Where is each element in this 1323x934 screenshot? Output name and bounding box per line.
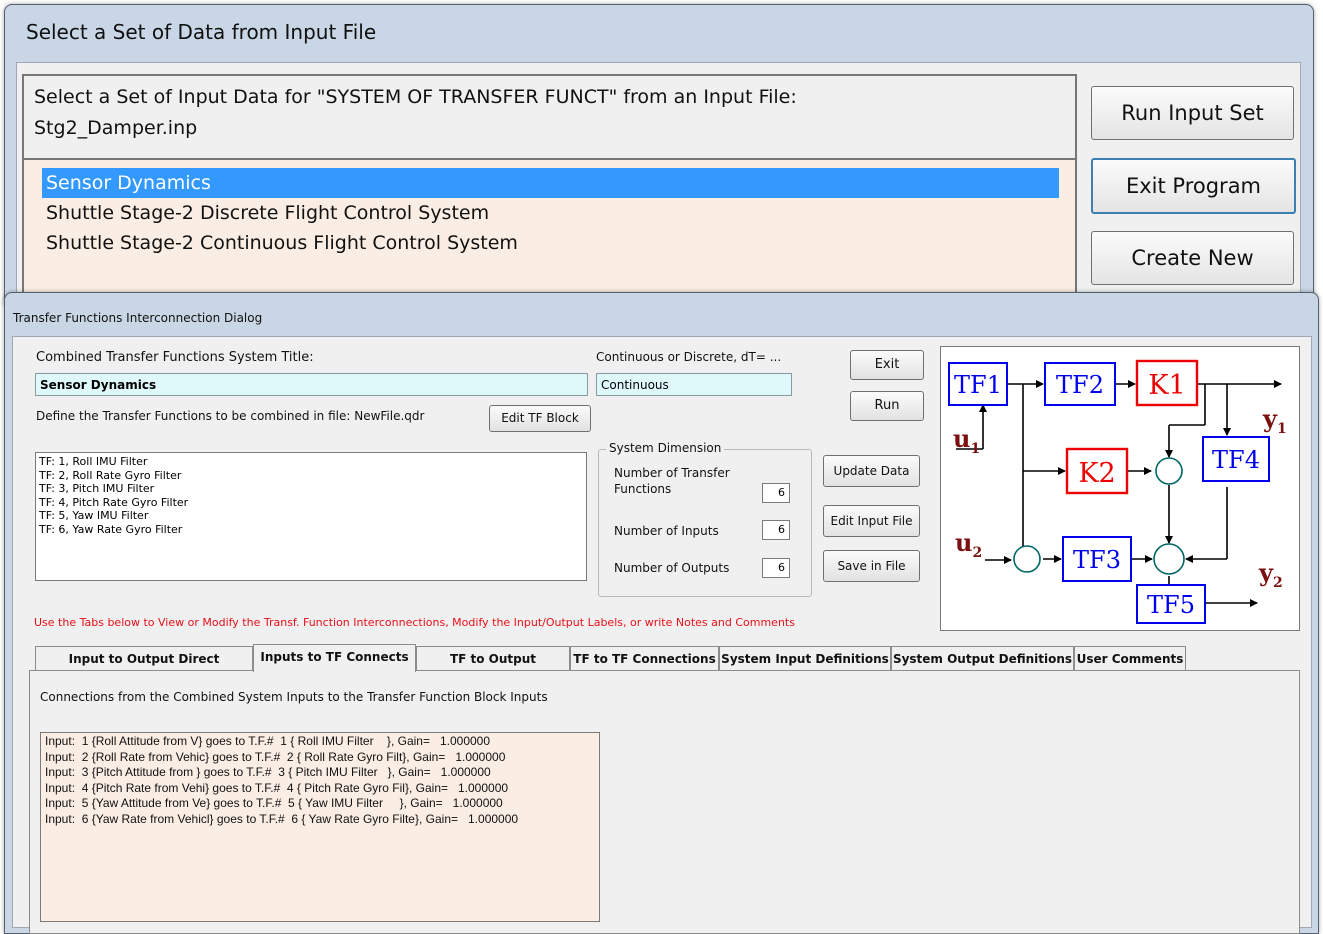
tf4-block: TF4	[1202, 436, 1270, 482]
tf3-block: TF3	[1062, 536, 1132, 582]
num-inputs-label: Number of Inputs	[614, 524, 719, 538]
block-diagram: TF1 TF2 K1 K2 TF4 TF3 TF5 u1 u2 y1 y2	[940, 346, 1300, 631]
mode-label: Continuous or Discrete, dT= ...	[596, 350, 782, 364]
svg-text:TF2: TF2	[1056, 371, 1104, 399]
system-title-label: Combined Transfer Functions System Title…	[36, 350, 314, 365]
tf1-block: TF1	[948, 362, 1008, 406]
input-set-list[interactable]: Sensor Dynamics Shuttle Stage-2 Discrete…	[22, 160, 1077, 302]
create-new-button[interactable]: Create New	[1091, 231, 1294, 285]
tab-input-to-output[interactable]: Input to Output Direct Connects	[35, 646, 253, 690]
list-item[interactable]: TF: 3, Pitch IMU Filter	[39, 482, 583, 496]
num-tf-label: Number of Transfer Functions	[614, 466, 730, 496]
list-item[interactable]: TF: 4, Pitch Rate Gyro Filter	[39, 496, 583, 510]
tab-inputs-to-tf[interactable]: Inputs to TF Connects	[253, 644, 416, 672]
svg-text:TF1: TF1	[954, 371, 1002, 399]
list-item[interactable]: Input: 1 {Roll Attitude from V} goes to …	[45, 734, 595, 750]
list-item[interactable]: TF: 6, Yaw Rate Gyro Filter	[39, 523, 583, 537]
list-item[interactable]: Input: 3 {Pitch Attitude from } goes to …	[45, 765, 595, 781]
num-outputs-field[interactable]: 6	[762, 558, 790, 578]
num-outputs-label: Number of Outputs	[614, 561, 730, 575]
list-item[interactable]: Sensor Dynamics	[42, 168, 1059, 198]
exit-program-button[interactable]: Exit Program	[1091, 158, 1296, 214]
define-tf-label: Define the Transfer Functions to be comb…	[36, 409, 425, 423]
num-inputs-field[interactable]: 6	[762, 520, 790, 540]
summing-node	[1153, 543, 1185, 575]
tab-system-input-definitions[interactable]: System Input Definitions	[719, 646, 891, 670]
update-data-button[interactable]: Update Data	[823, 455, 920, 487]
panel-heading: Connections from the Combined System Inp…	[40, 690, 548, 704]
list-item[interactable]: Shuttle Stage-2 Continuous Flight Contro…	[42, 228, 1059, 258]
input-u2-label: u2	[955, 528, 982, 561]
tab-user-comments[interactable]: User Comments	[1074, 646, 1186, 670]
svg-text:K1: K1	[1148, 370, 1185, 401]
tf5-block: TF5	[1136, 584, 1206, 624]
input-file-prompt: Select a Set of Input Data for "SYSTEM O…	[22, 74, 1077, 160]
prompt-text: Select a Set of Input Data for "SYSTEM O…	[34, 86, 797, 108]
output-y2-label: y2	[1258, 558, 1283, 591]
svg-text:K2: K2	[1078, 458, 1115, 489]
num-tf-field[interactable]: 6	[762, 483, 790, 503]
summing-node	[1013, 545, 1041, 573]
run-button[interactable]: Run	[850, 391, 924, 421]
list-item[interactable]: Input: 2 {Roll Rate from Vehic} goes to …	[45, 750, 595, 766]
input-u1-label: u1	[953, 424, 980, 457]
list-item[interactable]: Shuttle Stage-2 Discrete Flight Control …	[42, 198, 1059, 228]
list-item[interactable]: Input: 4 {Pitch Rate from Vehi} goes to …	[45, 781, 595, 797]
mode-field[interactable]: Continuous	[596, 373, 792, 396]
block-diagram-svg: TF1 TF2 K1 K2 TF4 TF3 TF5 u1 u2 y1 y2	[948, 359, 1287, 624]
bottom-dialog-title: Transfer Functions Interconnection Dialo…	[13, 311, 263, 325]
list-item[interactable]: Input: 5 {Yaw Attitude from Ve} goes to …	[45, 796, 595, 812]
tab-system-output-definitions[interactable]: System Output Definitions	[891, 646, 1074, 670]
summing-node	[1155, 457, 1183, 485]
save-in-file-button[interactable]: Save in File	[823, 550, 920, 582]
top-dialog-title: Select a Set of Data from Input File	[26, 20, 377, 44]
tab-tf-to-output[interactable]: TF to Output Connects	[416, 646, 570, 690]
k2-block: K2	[1065, 447, 1129, 495]
system-title-field[interactable]: Sensor Dynamics	[35, 373, 588, 396]
svg-text:TF3: TF3	[1073, 546, 1121, 574]
list-item[interactable]: TF: 5, Yaw IMU Filter	[39, 509, 583, 523]
system-dimension-label: System Dimension	[606, 441, 725, 455]
edit-input-file-button[interactable]: Edit Input File	[823, 505, 920, 537]
svg-text:TF4: TF4	[1212, 446, 1260, 474]
output-y1-label: y1	[1262, 404, 1287, 437]
tf2-block: TF2	[1044, 362, 1116, 406]
input-file-name: Stg2_Damper.inp	[34, 117, 198, 139]
tf-list[interactable]: TF: 1, Roll IMU Filter TF: 2, Roll Rate …	[35, 452, 587, 581]
tab-tf-to-tf[interactable]: TF to TF Connections	[570, 646, 719, 670]
exit-button[interactable]: Exit	[850, 350, 924, 380]
list-item[interactable]: Input: 6 {Yaw Rate from Vehicl} goes to …	[45, 812, 595, 828]
svg-text:TF5: TF5	[1147, 591, 1195, 619]
list-item[interactable]: TF: 1, Roll IMU Filter	[39, 455, 583, 469]
input-connections-list[interactable]: Input: 1 {Roll Attitude from V} goes to …	[40, 732, 600, 922]
list-item[interactable]: TF: 2, Roll Rate Gyro Filter	[39, 469, 583, 483]
tabs-hint-text: Use the Tabs below to View or Modify the…	[34, 616, 795, 629]
edit-tf-block-button[interactable]: Edit TF Block	[489, 405, 591, 432]
k1-block: K1	[1135, 359, 1199, 407]
run-input-set-button[interactable]: Run Input Set	[1091, 86, 1294, 140]
